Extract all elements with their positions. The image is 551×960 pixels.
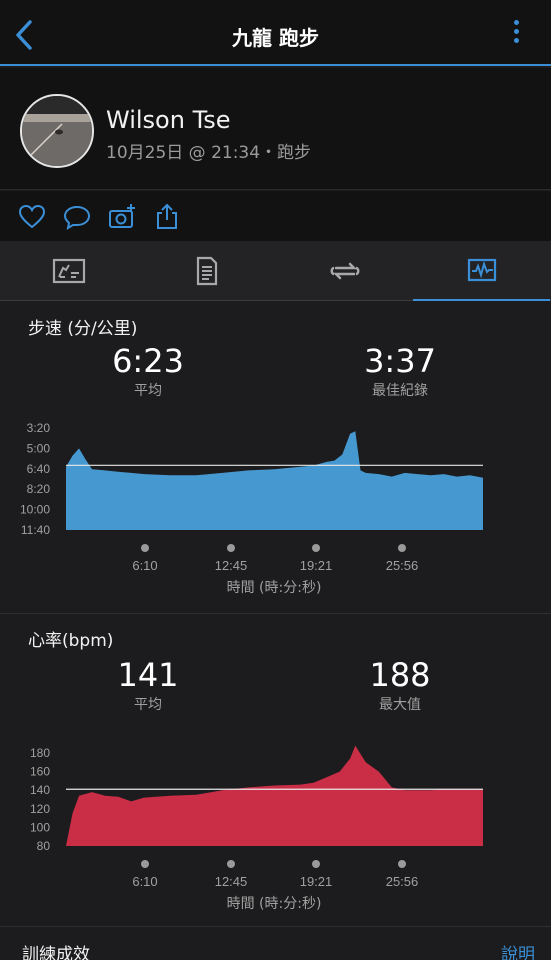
pace-x-tick-dot (398, 544, 406, 552)
pace-x-tick-dot (227, 544, 235, 552)
heart-rate-y-tick-label: 120 (30, 802, 50, 816)
pace-average-value: 6:23 (112, 342, 184, 380)
heart-rate-chart: 180 160 140 120 100 80 6:10 12:45 19:21 25:56 時間 (… (30, 745, 483, 912)
heart-rate-x-tick-dot (227, 860, 235, 868)
pace-x-tick-dot (312, 544, 320, 552)
document-icon (196, 256, 217, 286)
help-link[interactable]: 說明 (501, 940, 535, 960)
pace-x-tick-label: 25:56 (386, 558, 419, 573)
heart-rate-area (66, 745, 483, 846)
heart-rate-x-axis-label: 時間 (時:分:秒) (227, 896, 322, 912)
add-photo-icon[interactable] (108, 203, 136, 231)
pace-average-label: 平均 (134, 383, 162, 399)
pace-y-tick-label: 11:40 (21, 523, 50, 537)
tab-laps[interactable] (276, 241, 413, 301)
heart-rate-average-value: 141 (117, 656, 179, 694)
heart-rate-x-tick-label: 12:45 (215, 874, 248, 889)
pace-y-tick-label: 10:00 (20, 503, 50, 517)
more-options-icon[interactable] (511, 20, 521, 50)
pace-x-tick-label: 19:21 (300, 558, 333, 573)
avatar[interactable] (20, 94, 94, 168)
activity-date-time: 10月25日 @ 21:34・跑步 (106, 143, 312, 163)
laps-loop-icon (330, 262, 359, 280)
heart-rate-x-tick-label: 25:56 (386, 874, 419, 889)
pace-x-tick-label: 6:10 (132, 558, 157, 573)
pace-x-axis-label: 時間 (時:分:秒) (227, 580, 322, 596)
like-heart-icon[interactable] (18, 203, 46, 231)
heart-rate-y-tick-label: 160 (30, 765, 50, 779)
pace-y-tick-label: 5:00 (27, 441, 51, 455)
heart-rate-title: 心率(bpm) (28, 631, 114, 651)
heart-rate-y-tick-label: 100 (30, 820, 50, 834)
heart-rate-x-tick-dot (398, 860, 406, 868)
overview-icon (52, 258, 85, 284)
user-name: Wilson Tse (106, 106, 231, 134)
pace-y-tick-label: 6:40 (27, 462, 51, 476)
activity-tabs (0, 241, 551, 301)
tab-overview[interactable] (0, 241, 137, 301)
heart-rate-x-tick-label: 19:21 (300, 874, 333, 889)
tab-stats[interactable] (138, 241, 275, 301)
heart-rate-average-label: 平均 (134, 697, 162, 713)
tab-charts[interactable] (413, 241, 550, 301)
heart-rate-y-tick-label: 180 (30, 746, 50, 760)
pace-y-tick-label: 8:20 (27, 482, 51, 496)
pace-chart: 3:20 5:00 6:40 8:20 10:00 11:40 6:10 12:45 19:21… (20, 421, 483, 596)
training-effect-title: 訓練成效 (22, 945, 90, 960)
heart-rate-section: 心率(bpm) 141 平均 188 最大值 180 160 140 120 100 80… (0, 614, 551, 926)
pace-x-tick-dot (141, 544, 149, 552)
top-bar: 九龍 跑步 (0, 0, 551, 66)
page-title: 九龍 跑步 (232, 26, 319, 50)
comment-icon[interactable] (63, 203, 91, 231)
share-icon[interactable] (153, 203, 181, 231)
heart-rate-y-tick-label: 80 (37, 839, 51, 853)
heart-rate-y-tick-label: 140 (30, 783, 50, 797)
activity-header: Wilson Tse 10月25日 @ 21:34・跑步 (0, 68, 551, 190)
heart-rate-x-tick-dot (141, 860, 149, 868)
heart-rate-max-value: 188 (369, 656, 431, 694)
pace-title: 步速 (分/公里) (28, 319, 138, 339)
social-actions (0, 191, 551, 241)
chart-icon (467, 258, 496, 282)
pace-best-label: 最佳紀錄 (372, 383, 428, 399)
section-divider (0, 926, 551, 927)
pace-y-tick-label: 3:20 (27, 421, 51, 435)
heart-rate-max-label: 最大值 (379, 697, 421, 713)
heart-rate-x-tick-dot (312, 860, 320, 868)
pace-x-tick-label: 12:45 (215, 558, 248, 573)
heart-rate-x-tick-label: 6:10 (132, 874, 157, 889)
pace-area (66, 431, 483, 530)
pace-section: 步速 (分/公里) 6:23 平均 3:37 最佳紀錄 3:20 5:00 6:40… (0, 302, 551, 613)
pace-best-value: 3:37 (364, 342, 436, 380)
